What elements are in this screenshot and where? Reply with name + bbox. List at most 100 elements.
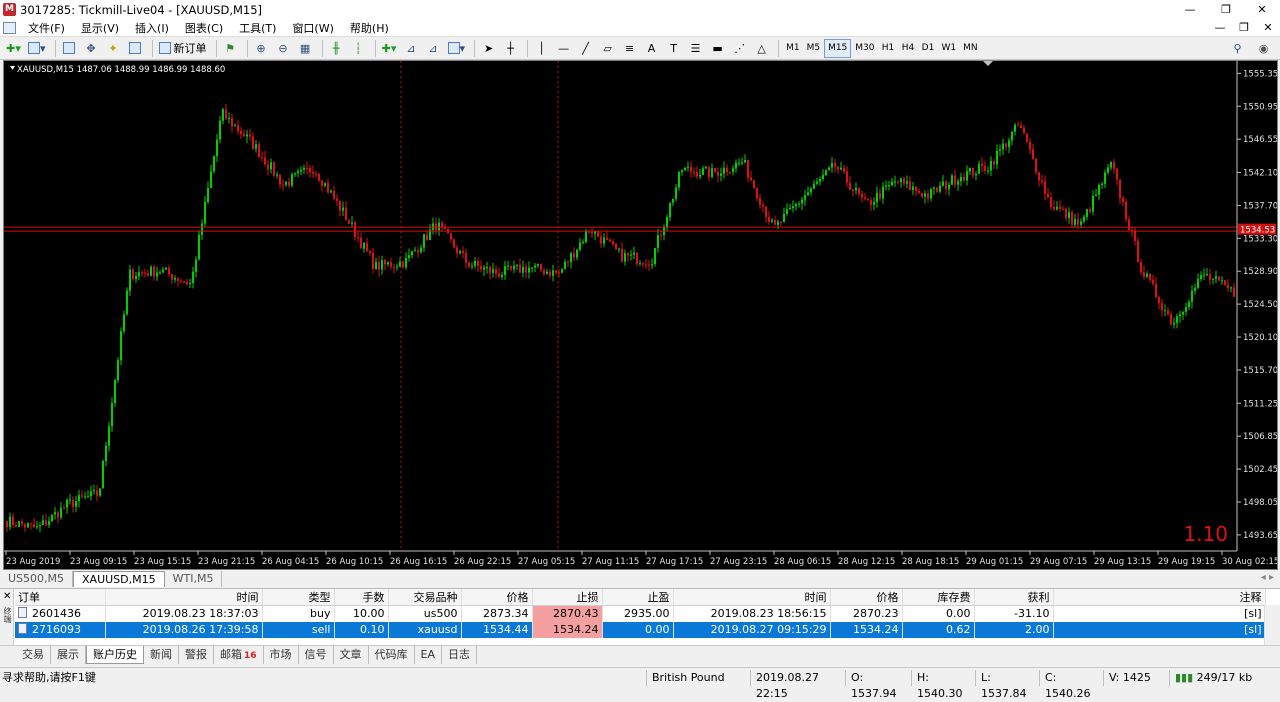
- candlestick-icon[interactable]: ┆: [349, 39, 368, 58]
- mdi-restore-button[interactable]: ❐: [1232, 19, 1256, 37]
- tf-M5[interactable]: M5: [804, 39, 824, 58]
- market-watch-icon[interactable]: [60, 39, 79, 58]
- tab-news[interactable]: 新闻: [144, 646, 179, 664]
- col-type[interactable]: 类型: [262, 589, 335, 606]
- candle-body: [717, 172, 719, 176]
- zoom-out-icon[interactable]: ⊖: [274, 39, 293, 58]
- navigator-icon[interactable]: ✥: [82, 39, 101, 58]
- col-comment[interactable]: 注释: [1053, 589, 1266, 606]
- status-profile[interactable]: British Pound: [646, 670, 750, 686]
- cell-lots: 0.10: [334, 621, 389, 638]
- chart-shift-icon[interactable]: ⊿: [402, 39, 421, 58]
- chart-tab-us500[interactable]: US500,M5: [0, 571, 74, 587]
- col-open-time[interactable]: 时间: [105, 589, 263, 606]
- terminal-close-icon[interactable]: ✕: [3, 591, 11, 602]
- tab-code-base[interactable]: 代码库: [369, 646, 415, 664]
- menu-window[interactable]: 窗口(W): [284, 20, 341, 36]
- candle-body: [1128, 219, 1130, 231]
- tf-MN[interactable]: MN: [960, 39, 981, 58]
- col-tp[interactable]: 止盈: [602, 589, 674, 606]
- account-icon[interactable]: ◉: [1254, 39, 1273, 58]
- tab-mailbox[interactable]: 邮箱 16: [214, 646, 264, 664]
- menu-insert[interactable]: 插入(I): [127, 20, 177, 36]
- data-window-icon[interactable]: ✦: [104, 39, 123, 58]
- candle-body: [939, 185, 941, 192]
- col-symbol[interactable]: 交易品种: [388, 589, 462, 606]
- cell-price: 1534.44: [461, 621, 533, 638]
- col-lots[interactable]: 手数: [334, 589, 389, 606]
- rectangle-icon[interactable]: ▬: [708, 39, 727, 58]
- close-button[interactable]: ✕: [1244, 0, 1280, 19]
- terminal-scrollbar[interactable]: [1264, 605, 1280, 646]
- text-icon[interactable]: A: [642, 39, 661, 58]
- price-chart[interactable]: 1555.35 1550.95 1546.55 1542.10 1537.70 1533.…: [3, 60, 1278, 570]
- horizontal-line-icon[interactable]: —: [554, 39, 573, 58]
- tab-market[interactable]: 市场: [264, 646, 299, 664]
- chart-canvas[interactable]: 1555.35 1550.95 1546.55 1542.10 1537.70 1533.…: [4, 61, 1277, 569]
- shapes-icon[interactable]: △: [752, 39, 771, 58]
- periods-icon[interactable]: ▾: [446, 39, 468, 58]
- chart-tabs-scroll-icon[interactable]: ◂ ▸: [1261, 572, 1274, 583]
- tab-signals[interactable]: 信号: [299, 646, 334, 664]
- tf-W1[interactable]: W1: [939, 39, 960, 58]
- col-order[interactable]: 订单: [15, 589, 106, 606]
- table-row-selected[interactable]: 2716093 2019.08.26 17:39:58 sell 0.10 xa…: [15, 621, 1266, 638]
- tf-D1[interactable]: D1: [919, 39, 938, 58]
- chart-tab-xauusd[interactable]: XAUUSD,M15: [73, 571, 165, 587]
- tile-windows-icon[interactable]: ▦: [296, 39, 315, 58]
- table-row[interactable]: 2601436 2019.08.23 18:37:03 buy 10.00 us…: [15, 605, 1266, 622]
- vertical-line-icon[interactable]: │: [532, 39, 551, 58]
- candle-body: [1158, 297, 1160, 304]
- indicators-icon[interactable]: ✚▾: [380, 39, 399, 58]
- candle-body: [471, 265, 473, 267]
- tab-exposure[interactable]: 展示: [51, 646, 86, 664]
- arrows-icon[interactable]: ☰: [686, 39, 705, 58]
- tf-M1[interactable]: M1: [783, 39, 803, 58]
- new-order-button[interactable]: 新订单: [157, 39, 209, 58]
- mdi-minimize-button[interactable]: —: [1208, 19, 1232, 37]
- candle-body: [417, 250, 419, 253]
- tf-H4[interactable]: H4: [899, 39, 918, 58]
- search-icon[interactable]: ⚲: [1228, 39, 1247, 58]
- menu-help[interactable]: 帮助(H): [342, 20, 397, 36]
- shift-marker-icon[interactable]: [983, 61, 993, 66]
- menu-charts[interactable]: 图表(C): [177, 20, 231, 36]
- tab-journal[interactable]: 日志: [442, 646, 478, 664]
- chart-tab-wti[interactable]: WTI,M5: [165, 571, 223, 587]
- text-label-icon[interactable]: T: [664, 39, 683, 58]
- minimize-button[interactable]: —: [1172, 0, 1208, 19]
- menu-tools[interactable]: 工具(T): [231, 20, 284, 36]
- channel-icon[interactable]: ▱: [598, 39, 617, 58]
- tf-M15[interactable]: M15: [824, 38, 852, 58]
- autotrading-icon[interactable]: ⚑: [221, 39, 240, 58]
- col-profit[interactable]: 获利: [974, 589, 1054, 606]
- col-price[interactable]: 价格: [461, 589, 533, 606]
- menu-view[interactable]: 显示(V): [73, 20, 127, 36]
- candle-body: [102, 460, 104, 489]
- tab-alerts[interactable]: 警报: [179, 646, 214, 664]
- mdi-close-button[interactable]: ✕: [1256, 19, 1280, 37]
- zoom-in-icon[interactable]: ⊕: [252, 39, 271, 58]
- crosshair-icon[interactable]: ┼: [501, 39, 520, 58]
- fibonacci-icon[interactable]: ≡: [620, 39, 639, 58]
- tab-trade[interactable]: 交易: [16, 646, 51, 664]
- tab-account-history[interactable]: 账户历史: [86, 646, 144, 664]
- bar-chart-icon[interactable]: ╫: [327, 39, 346, 58]
- auto-scroll-icon[interactable]: ⊿: [424, 39, 443, 58]
- cursor-icon[interactable]: ➤: [479, 39, 498, 58]
- new-chart-icon[interactable]: ✚▾: [4, 39, 23, 58]
- maximize-button[interactable]: ❐: [1208, 0, 1244, 19]
- tf-M30[interactable]: M30: [852, 39, 877, 58]
- tf-H1[interactable]: H1: [879, 39, 898, 58]
- terminal-icon[interactable]: [126, 39, 145, 58]
- tab-articles[interactable]: 文章: [334, 646, 369, 664]
- tab-experts[interactable]: EA: [415, 646, 443, 664]
- gann-icon[interactable]: ⋰: [730, 39, 749, 58]
- trendline-icon[interactable]: ╱: [576, 39, 595, 58]
- menu-file[interactable]: 文件(F): [20, 20, 73, 36]
- col-close-price[interactable]: 价格: [830, 589, 903, 606]
- col-sl[interactable]: 止损: [532, 589, 603, 606]
- col-swap[interactable]: 库存费: [902, 589, 975, 606]
- col-close-time[interactable]: 时间: [673, 589, 831, 606]
- profiles-icon[interactable]: ▾: [26, 39, 48, 58]
